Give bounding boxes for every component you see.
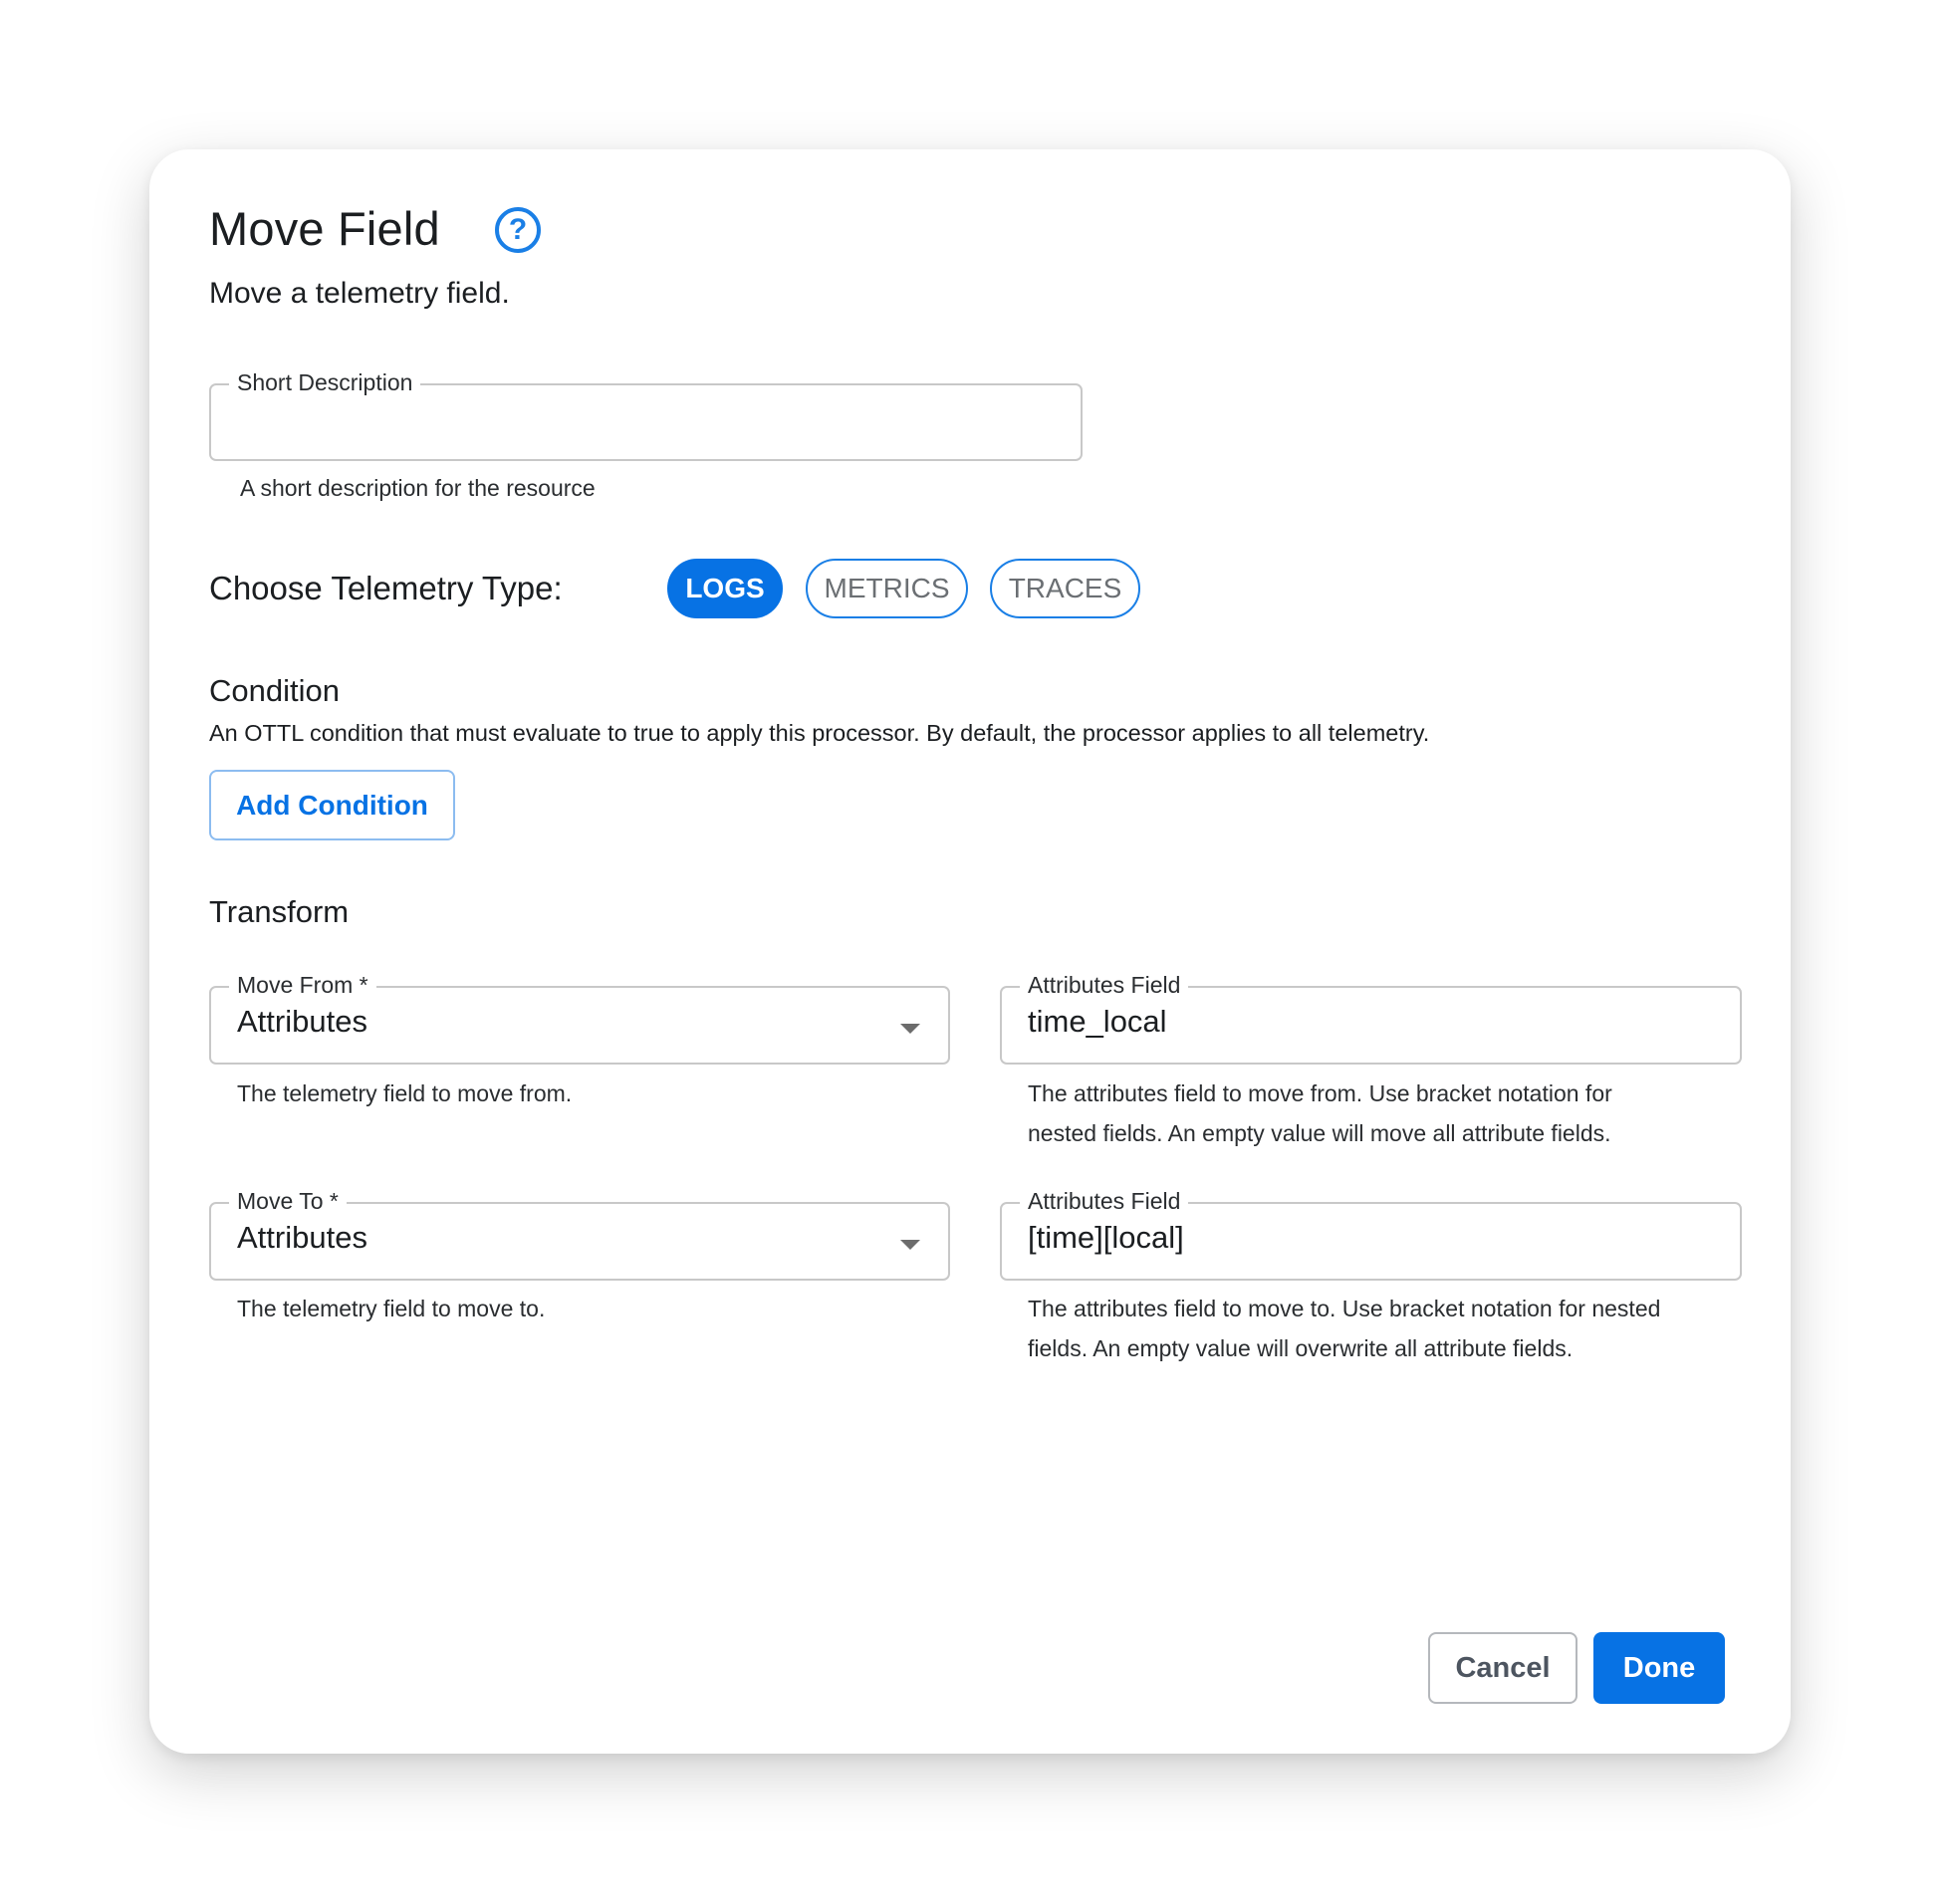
condition-heading: Condition [209,673,340,708]
telemetry-logs-toggle[interactable]: LOGS [667,559,783,618]
short-description-helper: A short description for the resource [240,475,596,501]
telemetry-type-label: Choose Telemetry Type: [209,570,563,606]
dialog-subtitle: Move a telemetry field. [209,277,510,310]
from-attributes-label: Attributes Field [1020,970,1189,1000]
move-from-helper: The telemetry field to move from. [237,1080,573,1106]
dialog-title: Move Field [209,202,440,255]
from-attributes-input[interactable]: time_local [1028,1004,1167,1040]
condition-description: An OTTL condition that must evaluate to … [209,720,1430,746]
telemetry-metrics-toggle[interactable]: METRICS [806,559,968,618]
to-attributes-label: Attributes Field [1020,1186,1189,1216]
move-to-value: Attributes [237,1220,367,1255]
to-attributes-field[interactable]: Attributes Field [time][local] [1000,1186,1742,1281]
short-description-label: Short Description [229,367,421,397]
move-from-value: Attributes [237,1004,367,1039]
done-button[interactable]: Done [1593,1632,1725,1704]
move-to-helper: The telemetry field to move to. [237,1296,546,1321]
move-to-label: Move To * [229,1186,347,1216]
transform-heading: Transform [209,894,350,929]
cancel-button[interactable]: Cancel [1428,1632,1577,1704]
move-from-select[interactable]: Move From * Attributes [209,970,950,1065]
move-to-select[interactable]: Move To * Attributes [209,1186,950,1281]
move-from-label: Move From * [229,970,376,1000]
from-attributes-helper-line1: The attributes field to move from. Use b… [1028,1080,1612,1106]
to-attributes-helper-line1: The attributes field to move to. Use bra… [1028,1296,1661,1321]
short-description-field[interactable]: Short Description [209,367,1083,461]
from-attributes-field[interactable]: Attributes Field time_local [1000,970,1742,1065]
chevron-down-icon[interactable] [900,1024,920,1034]
move-field-dialog: Move Field ? Move a telemetry field. Sho… [149,149,1791,1754]
telemetry-traces-toggle[interactable]: TRACES [990,559,1140,618]
chevron-down-icon[interactable] [900,1240,920,1250]
to-attributes-helper-line2: fields. An empty value will overwrite al… [1028,1335,1574,1361]
from-attributes-helper-line2: nested fields. An empty value will move … [1028,1120,1611,1146]
add-condition-button[interactable]: Add Condition [209,770,455,840]
help-circle-icon[interactable]: ? [495,207,541,253]
to-attributes-input[interactable]: [time][local] [1028,1220,1184,1256]
